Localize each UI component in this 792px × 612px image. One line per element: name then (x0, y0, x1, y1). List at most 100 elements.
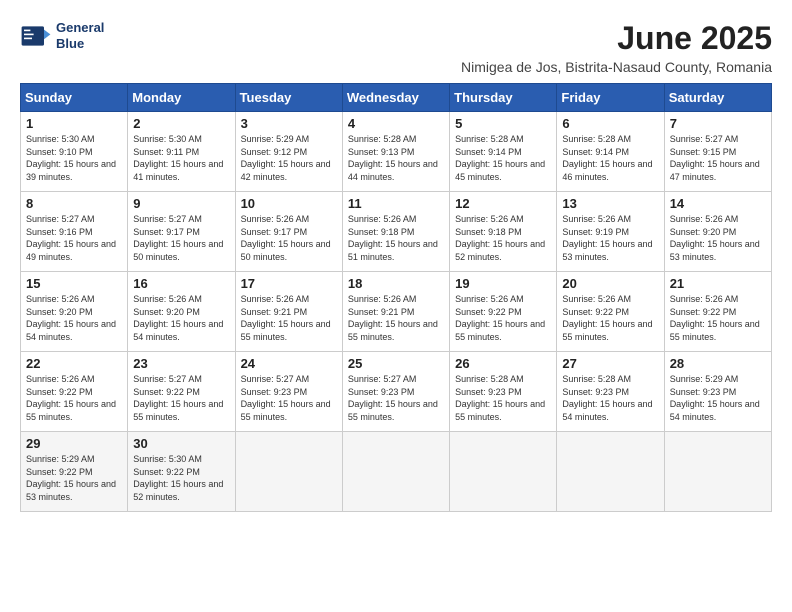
daylight-label: Daylight: 15 hours and 53 minutes. (670, 239, 760, 262)
day-number: 5 (455, 116, 551, 131)
day-number: 1 (26, 116, 122, 131)
calendar-day: 19 Sunrise: 5:26 AM Sunset: 9:22 PM Dayl… (450, 272, 557, 352)
sunrise-label: Sunrise: 5:28 AM (455, 134, 524, 144)
day-number: 17 (241, 276, 337, 291)
calendar-day: 1 Sunrise: 5:30 AM Sunset: 9:10 PM Dayli… (21, 112, 128, 192)
sunrise-label: Sunrise: 5:27 AM (348, 374, 417, 384)
day-number: 11 (348, 196, 444, 211)
sunset-label: Sunset: 9:22 PM (26, 387, 93, 397)
sunrise-label: Sunrise: 5:30 AM (133, 134, 202, 144)
calendar-day: 27 Sunrise: 5:28 AM Sunset: 9:23 PM Dayl… (557, 352, 664, 432)
sunrise-label: Sunrise: 5:29 AM (670, 374, 739, 384)
calendar-day: 30 Sunrise: 5:30 AM Sunset: 9:22 PM Dayl… (128, 432, 235, 512)
day-info: Sunrise: 5:26 AM Sunset: 9:17 PM Dayligh… (241, 213, 337, 263)
sunrise-label: Sunrise: 5:26 AM (133, 294, 202, 304)
header-friday: Friday (557, 84, 664, 112)
daylight-label: Daylight: 15 hours and 55 minutes. (26, 399, 116, 422)
daylight-label: Daylight: 15 hours and 42 minutes. (241, 159, 331, 182)
daylight-label: Daylight: 15 hours and 39 minutes. (26, 159, 116, 182)
sunrise-label: Sunrise: 5:26 AM (670, 214, 739, 224)
day-number: 22 (26, 356, 122, 371)
sunset-label: Sunset: 9:19 PM (562, 227, 629, 237)
calendar-day: 14 Sunrise: 5:26 AM Sunset: 9:20 PM Dayl… (664, 192, 771, 272)
daylight-label: Daylight: 15 hours and 54 minutes. (133, 319, 223, 342)
calendar-week-row: 15 Sunrise: 5:26 AM Sunset: 9:20 PM Dayl… (21, 272, 772, 352)
calendar-day: 21 Sunrise: 5:26 AM Sunset: 9:22 PM Dayl… (664, 272, 771, 352)
sunset-label: Sunset: 9:21 PM (241, 307, 308, 317)
day-info: Sunrise: 5:27 AM Sunset: 9:23 PM Dayligh… (241, 373, 337, 423)
header-tuesday: Tuesday (235, 84, 342, 112)
calendar-day: 8 Sunrise: 5:27 AM Sunset: 9:16 PM Dayli… (21, 192, 128, 272)
calendar-week-row: 8 Sunrise: 5:27 AM Sunset: 9:16 PM Dayli… (21, 192, 772, 272)
sunset-label: Sunset: 9:18 PM (348, 227, 415, 237)
calendar-day: 18 Sunrise: 5:26 AM Sunset: 9:21 PM Dayl… (342, 272, 449, 352)
sunrise-label: Sunrise: 5:30 AM (26, 134, 95, 144)
page-container: General Blue June 2025 Nimigea de Jos, B… (20, 20, 772, 512)
sunrise-label: Sunrise: 5:27 AM (241, 374, 310, 384)
sunset-label: Sunset: 9:23 PM (348, 387, 415, 397)
sunrise-label: Sunrise: 5:26 AM (562, 294, 631, 304)
day-info: Sunrise: 5:26 AM Sunset: 9:20 PM Dayligh… (133, 293, 229, 343)
day-info: Sunrise: 5:26 AM Sunset: 9:22 PM Dayligh… (26, 373, 122, 423)
empty-cell (235, 432, 342, 512)
day-number: 10 (241, 196, 337, 211)
sunrise-label: Sunrise: 5:27 AM (133, 214, 202, 224)
calendar-week-row: 29 Sunrise: 5:29 AM Sunset: 9:22 PM Dayl… (21, 432, 772, 512)
calendar-day: 25 Sunrise: 5:27 AM Sunset: 9:23 PM Dayl… (342, 352, 449, 432)
sunrise-label: Sunrise: 5:28 AM (348, 134, 417, 144)
calendar-day: 12 Sunrise: 5:26 AM Sunset: 9:18 PM Dayl… (450, 192, 557, 272)
day-info: Sunrise: 5:26 AM Sunset: 9:22 PM Dayligh… (455, 293, 551, 343)
day-info: Sunrise: 5:26 AM Sunset: 9:21 PM Dayligh… (241, 293, 337, 343)
daylight-label: Daylight: 15 hours and 55 minutes. (348, 399, 438, 422)
day-number: 15 (26, 276, 122, 291)
day-number: 2 (133, 116, 229, 131)
sunset-label: Sunset: 9:20 PM (26, 307, 93, 317)
daylight-label: Daylight: 15 hours and 41 minutes. (133, 159, 223, 182)
day-info: Sunrise: 5:26 AM Sunset: 9:18 PM Dayligh… (455, 213, 551, 263)
day-number: 19 (455, 276, 551, 291)
empty-cell (342, 432, 449, 512)
day-number: 25 (348, 356, 444, 371)
header-monday: Monday (128, 84, 235, 112)
sunset-label: Sunset: 9:23 PM (241, 387, 308, 397)
calendar-day: 9 Sunrise: 5:27 AM Sunset: 9:17 PM Dayli… (128, 192, 235, 272)
sunrise-label: Sunrise: 5:26 AM (455, 214, 524, 224)
day-number: 4 (348, 116, 444, 131)
sunrise-label: Sunrise: 5:27 AM (133, 374, 202, 384)
sunset-label: Sunset: 9:23 PM (455, 387, 522, 397)
sunrise-label: Sunrise: 5:29 AM (241, 134, 310, 144)
calendar-day: 2 Sunrise: 5:30 AM Sunset: 9:11 PM Dayli… (128, 112, 235, 192)
empty-cell (450, 432, 557, 512)
logo-text: General Blue (56, 20, 104, 51)
calendar-table: Sunday Monday Tuesday Wednesday Thursday… (20, 83, 772, 512)
calendar-day: 26 Sunrise: 5:28 AM Sunset: 9:23 PM Dayl… (450, 352, 557, 432)
sunset-label: Sunset: 9:12 PM (241, 147, 308, 157)
calendar-day: 13 Sunrise: 5:26 AM Sunset: 9:19 PM Dayl… (557, 192, 664, 272)
calendar-day: 3 Sunrise: 5:29 AM Sunset: 9:12 PM Dayli… (235, 112, 342, 192)
empty-cell (664, 432, 771, 512)
sunrise-label: Sunrise: 5:29 AM (26, 454, 95, 464)
daylight-label: Daylight: 15 hours and 55 minutes. (241, 319, 331, 342)
day-info: Sunrise: 5:30 AM Sunset: 9:11 PM Dayligh… (133, 133, 229, 183)
sunrise-label: Sunrise: 5:28 AM (562, 374, 631, 384)
sunset-label: Sunset: 9:22 PM (26, 467, 93, 477)
day-number: 8 (26, 196, 122, 211)
header-sunday: Sunday (21, 84, 128, 112)
sunset-label: Sunset: 9:17 PM (133, 227, 200, 237)
day-number: 18 (348, 276, 444, 291)
daylight-label: Daylight: 15 hours and 44 minutes. (348, 159, 438, 182)
calendar-day: 29 Sunrise: 5:29 AM Sunset: 9:22 PM Dayl… (21, 432, 128, 512)
calendar-week-row: 22 Sunrise: 5:26 AM Sunset: 9:22 PM Dayl… (21, 352, 772, 432)
daylight-label: Daylight: 15 hours and 55 minutes. (241, 399, 331, 422)
daylight-label: Daylight: 15 hours and 55 minutes. (455, 319, 545, 342)
day-number: 6 (562, 116, 658, 131)
sunset-label: Sunset: 9:23 PM (562, 387, 629, 397)
day-info: Sunrise: 5:26 AM Sunset: 9:22 PM Dayligh… (562, 293, 658, 343)
sunrise-label: Sunrise: 5:26 AM (26, 294, 95, 304)
day-info: Sunrise: 5:26 AM Sunset: 9:19 PM Dayligh… (562, 213, 658, 263)
daylight-label: Daylight: 15 hours and 53 minutes. (562, 239, 652, 262)
calendar-title: June 2025 (104, 20, 772, 57)
day-info: Sunrise: 5:27 AM Sunset: 9:15 PM Dayligh… (670, 133, 766, 183)
day-number: 28 (670, 356, 766, 371)
day-number: 12 (455, 196, 551, 211)
